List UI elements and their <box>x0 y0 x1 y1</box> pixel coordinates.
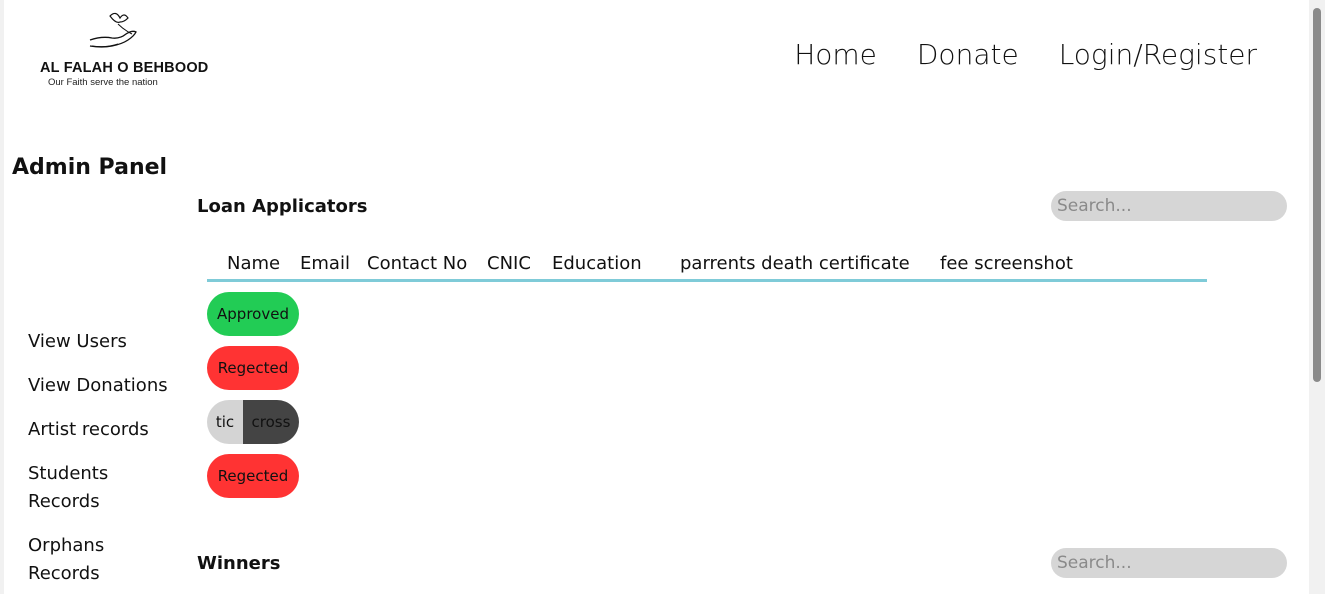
loan-applicators-title: Loan Applicators <box>197 196 368 217</box>
loan-search-input[interactable] <box>1051 191 1287 221</box>
column-header-fee-screenshot: fee screenshot <box>940 253 1073 274</box>
loan-table-header: Name Email Contact No CNIC Education par… <box>207 253 1207 282</box>
scrollbar-thumb[interactable] <box>1313 8 1321 382</box>
rejected-status-button[interactable]: Regected <box>207 454 299 498</box>
page-edge <box>0 0 4 594</box>
sidebar-item-artist-records[interactable]: Artist records <box>28 416 188 444</box>
cross-option[interactable]: cross <box>243 400 299 444</box>
rejected-status-button[interactable]: Regected <box>207 346 299 390</box>
hand-dove-logo-icon <box>89 12 137 48</box>
column-header-education: Education <box>552 253 642 274</box>
approve-reject-toggle[interactable]: tic cross <box>207 400 299 444</box>
column-header-cnic: CNIC <box>487 253 531 274</box>
vertical-scrollbar[interactable] <box>1309 0 1325 594</box>
top-nav: Home Donate Login/Register <box>794 38 1257 71</box>
brand-tagline: Our Faith serve the nation <box>48 77 158 88</box>
winners-title: Winners <box>197 553 281 574</box>
winners-search-input[interactable] <box>1051 548 1287 578</box>
page-title: Admin Panel <box>12 155 168 180</box>
sidebar-item-orphans-records[interactable]: Orphans Records <box>28 532 128 588</box>
column-header-death-certificate: parrents death certificate <box>680 253 910 274</box>
nav-donate-link[interactable]: Donate <box>917 38 1019 71</box>
sidebar-item-view-users[interactable]: View Users <box>28 328 188 356</box>
sidebar-item-students-records[interactable]: Students Records <box>28 460 128 516</box>
brand-name: AL FALAH O BEHBOOD <box>40 60 209 76</box>
column-header-name: Name <box>227 253 281 274</box>
sidebar: View Users View Donations Artist records… <box>28 328 188 604</box>
sidebar-item-view-donations[interactable]: View Donations <box>28 372 188 400</box>
nav-home-link[interactable]: Home <box>794 38 877 71</box>
nav-login-register-link[interactable]: Login/Register <box>1059 38 1257 71</box>
column-header-email: Email <box>300 253 350 274</box>
brand-logo[interactable]: AL FALAH O BEHBOOD Our Faith serve the n… <box>36 10 208 90</box>
approved-status-button[interactable]: Approved <box>207 292 299 336</box>
column-header-contact: Contact No <box>367 253 468 274</box>
tic-option[interactable]: tic <box>207 400 243 444</box>
